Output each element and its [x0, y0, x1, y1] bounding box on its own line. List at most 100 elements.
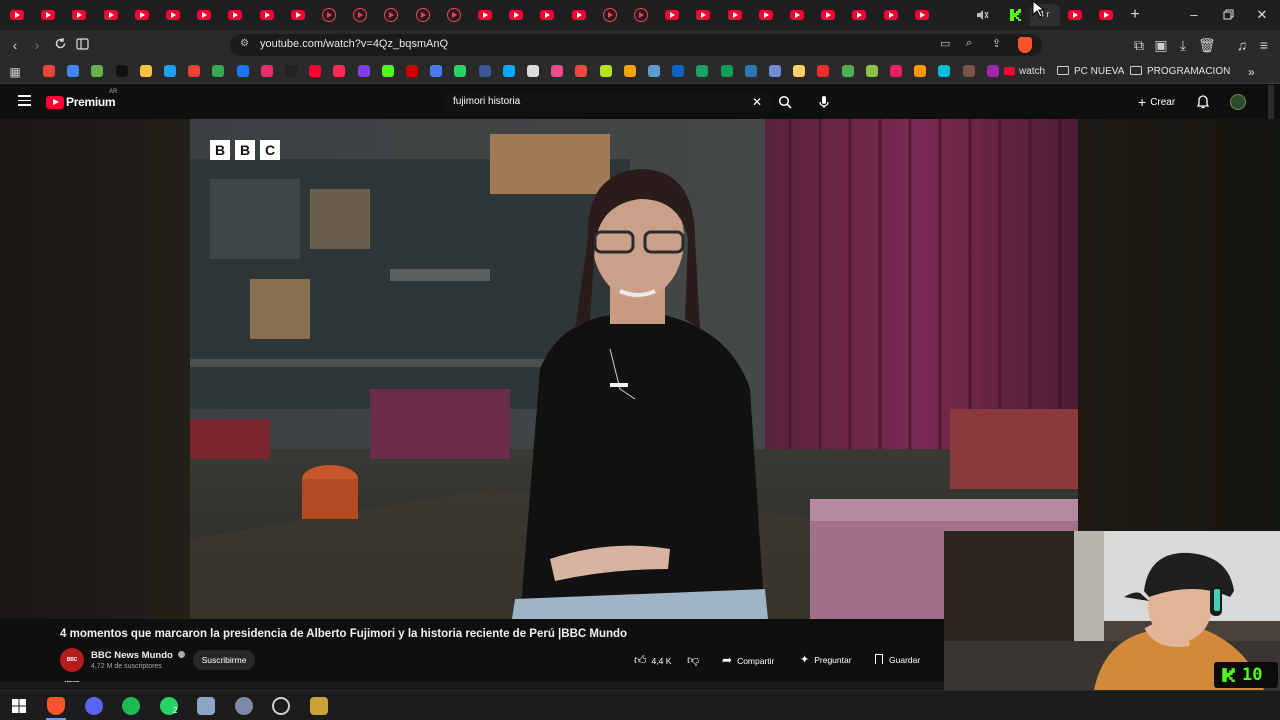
bookmark-icon[interactable] — [67, 65, 79, 77]
media-icon[interactable]: ♫ — [1234, 37, 1250, 53]
youtube-tab-icon[interactable] — [603, 8, 617, 22]
bookmark-icon[interactable] — [987, 65, 999, 77]
bookmark-icon[interactable] — [866, 65, 878, 77]
bookmark-icon[interactable] — [769, 65, 781, 77]
youtube-tab-icon[interactable] — [228, 8, 242, 22]
bookmark-icon[interactable] — [285, 65, 297, 77]
windows-start-icon[interactable] — [10, 697, 28, 715]
search-button[interactable] — [770, 92, 800, 112]
bookmark-icon[interactable] — [624, 65, 636, 77]
bookmark-icon[interactable] — [479, 65, 491, 77]
create-button[interactable]: + Crear — [1138, 94, 1175, 110]
youtube-tab-icon[interactable] — [353, 8, 367, 22]
scrollbar[interactable] — [1268, 85, 1274, 119]
youtube-tab-icon[interactable] — [790, 8, 804, 22]
bookmark-icon[interactable] — [164, 65, 176, 77]
new-tab-button[interactable]: + — [1125, 6, 1145, 24]
dislike-button[interactable]: 👎︎ — [687, 652, 699, 668]
youtube-tab-icon[interactable] — [322, 8, 336, 22]
notepad-icon[interactable] — [197, 697, 215, 715]
cast-icon[interactable]: ▭ — [940, 37, 950, 50]
youtube-tab-icon[interactable] — [197, 8, 211, 22]
apps-grid-icon[interactable]: ▦ — [7, 64, 23, 80]
back-icon[interactable]: ‹ — [7, 37, 23, 53]
app-icon[interactable] — [310, 697, 328, 715]
bookmark-icon[interactable] — [696, 65, 708, 77]
channel-avatar[interactable]: BBC NEWS — [60, 648, 84, 687]
bookmark-icon[interactable] — [188, 65, 200, 77]
save-button[interactable]: Guardar — [875, 652, 920, 668]
youtube-tab-icon[interactable] — [509, 8, 523, 22]
bookmark-icon[interactable] — [140, 65, 152, 77]
bookmark-icon[interactable] — [551, 65, 563, 77]
youtube-tab-icon[interactable] — [540, 8, 554, 22]
clear-search-icon[interactable]: ✕ — [752, 95, 762, 109]
ask-button[interactable]: ✦ Preguntar — [800, 652, 852, 668]
extensions-icon[interactable]: ⧉ — [1131, 37, 1147, 53]
youtube-tab-icon[interactable] — [696, 8, 710, 22]
discord-icon[interactable] — [85, 697, 103, 715]
bookmark-icon[interactable] — [842, 65, 854, 77]
youtube-tab-icon[interactable] — [416, 8, 430, 22]
youtube-tab-icon[interactable] — [10, 8, 24, 22]
voice-search-icon[interactable] — [818, 95, 830, 114]
bookmark-icon[interactable] — [721, 65, 733, 77]
download-icon[interactable]: ⤓ — [1175, 37, 1191, 53]
notifications-bell-icon[interactable] — [1196, 95, 1210, 114]
bookmark-icon[interactable] — [333, 65, 345, 77]
youtube-tab-icon[interactable] — [135, 8, 149, 22]
bookmark-icon[interactable] — [938, 65, 950, 77]
youtube-tab-icon[interactable] — [72, 8, 86, 22]
trash-icon[interactable]: 🗑 — [1198, 37, 1216, 53]
bookmark-icon[interactable] — [309, 65, 321, 77]
youtube-tab-icon[interactable] — [447, 8, 461, 22]
share-button[interactable]: ➦ Compartir — [722, 652, 774, 668]
youtube-tab-icon[interactable] — [884, 8, 898, 22]
bookmark-folder-pc-nueva[interactable]: PC NUEVA — [1057, 65, 1124, 79]
youtube-tab-icon[interactable] — [1099, 8, 1113, 22]
user-avatar[interactable] — [1230, 94, 1246, 110]
youtube-tab-icon[interactable] — [665, 8, 679, 22]
bookmark-icon[interactable] — [212, 65, 224, 77]
search-input[interactable]: fujimori historia ✕ — [444, 92, 770, 112]
youtube-tab-icon[interactable] — [634, 8, 648, 22]
minimize-button[interactable]: – — [1184, 6, 1204, 24]
youtube-tab-icon[interactable] — [104, 8, 118, 22]
close-window-button[interactable]: ✕ — [1252, 6, 1272, 24]
brave-shields-icon[interactable] — [1018, 37, 1032, 53]
youtube-tab-icon[interactable] — [291, 8, 305, 22]
spotify-icon[interactable] — [122, 697, 140, 715]
bookmark-icon[interactable] — [527, 65, 539, 77]
menu-icon[interactable]: ≡ — [1256, 37, 1272, 53]
restore-button[interactable] — [1218, 6, 1238, 24]
subscribe-button[interactable]: Suscribirme — [193, 650, 255, 670]
app-icon[interactable] — [235, 697, 253, 715]
more-bookmarks-icon[interactable]: » — [1248, 65, 1255, 79]
hamburger-menu-icon[interactable] — [18, 95, 31, 106]
youtube-tab-icon[interactable] — [821, 8, 835, 22]
kick-tab-icon[interactable] — [1008, 8, 1022, 22]
bookmark-icon[interactable] — [890, 65, 902, 77]
bookmark-icon[interactable] — [43, 65, 55, 77]
bookmark-icon[interactable] — [575, 65, 587, 77]
youtube-tab-icon[interactable] — [384, 8, 398, 22]
brave-browser-icon[interactable] — [47, 697, 65, 715]
bookmark-icon[interactable] — [745, 65, 757, 77]
youtube-tab-icon[interactable] — [260, 8, 274, 22]
bookmark-icon[interactable] — [963, 65, 975, 77]
bookmark-icon[interactable] — [237, 65, 249, 77]
like-button[interactable]: 👍︎ 4,4 K — [634, 652, 671, 668]
channel-name[interactable]: BBC News Mundo — [91, 650, 186, 661]
address-bar[interactable]: ⚙ youtube.com/watch?v=4Qz_bqsmAnQ ▭ ⌕ ⇪ — [230, 34, 1042, 56]
bookmark-icon[interactable] — [116, 65, 128, 77]
bookmark-icon[interactable] — [793, 65, 805, 77]
bookmark-icon[interactable] — [817, 65, 829, 77]
site-settings-icon[interactable]: ⚙ — [240, 38, 249, 49]
bookmark-icon[interactable] — [382, 65, 394, 77]
sidebar-icon[interactable] — [74, 37, 90, 53]
muted-tab-icon[interactable] — [975, 8, 989, 22]
share-icon[interactable]: ⇪ — [992, 37, 1001, 50]
screenshot-icon[interactable]: ▣ — [1153, 37, 1169, 53]
bookmark-folder-programacion[interactable]: PROGRAMACION — [1130, 65, 1230, 79]
youtube-tab-icon[interactable] — [1068, 8, 1082, 22]
